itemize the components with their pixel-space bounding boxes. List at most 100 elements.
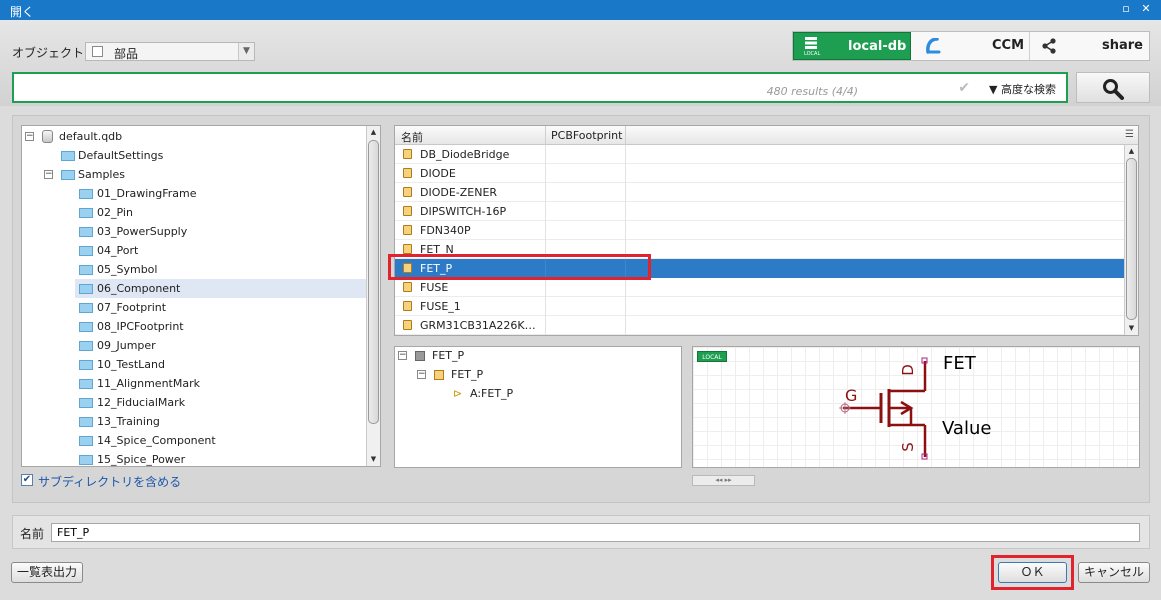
folder-icon bbox=[79, 303, 93, 313]
tree-item-ipcfootprint[interactable]: 08_IPCFootprint bbox=[22, 317, 367, 336]
cancel-button[interactable]: キャンセル bbox=[1078, 562, 1150, 583]
name-field[interactable] bbox=[51, 523, 1140, 542]
tree-scrollbar[interactable]: ▲ ▼ bbox=[366, 126, 380, 466]
drain-pin-label: D bbox=[898, 364, 917, 376]
list-row[interactable]: DIPSWITCH-16P bbox=[395, 202, 1124, 221]
export-list-button[interactable]: 一覧表出力 bbox=[11, 562, 83, 583]
tree-item-samples[interactable]: − Samples bbox=[22, 165, 367, 184]
tree-item-pin[interactable]: 02_Pin bbox=[22, 203, 367, 222]
scroll-down-icon[interactable]: ▼ bbox=[367, 453, 380, 466]
search-field[interactable]: 480 results (4/4) ✔ ▼ 高度な検索 bbox=[12, 72, 1068, 103]
name-input[interactable] bbox=[52, 524, 1139, 541]
tree-item-jumper[interactable]: 09_Jumper bbox=[22, 336, 367, 355]
list-row[interactable]: DIODE-ZENER bbox=[395, 183, 1124, 202]
tree-item-powersupply[interactable]: 03_PowerSupply bbox=[22, 222, 367, 241]
folder-tree[interactable]: − default.qdb DefaultSettings − Samples … bbox=[21, 125, 381, 467]
window-title: 開く bbox=[10, 5, 35, 19]
folder-icon bbox=[79, 398, 93, 408]
object-type-select[interactable]: 部品 ▼ bbox=[85, 42, 255, 61]
ptree-item-label: FET_P bbox=[432, 349, 465, 362]
list-scrollbar[interactable]: ▲ ▼ bbox=[1124, 145, 1138, 335]
column-chooser-icon[interactable]: ☰ bbox=[1125, 129, 1134, 140]
tree-item-label: 03_PowerSupply bbox=[97, 225, 188, 238]
db-local-button[interactable]: LOCAL local-db bbox=[793, 32, 911, 60]
tree-item-training[interactable]: 13_Training bbox=[22, 412, 367, 431]
collapse-icon[interactable]: − bbox=[44, 170, 53, 179]
list-row[interactable]: FUSE bbox=[395, 278, 1124, 297]
column-divider[interactable] bbox=[545, 126, 546, 145]
scroll-up-icon[interactable]: ▲ bbox=[367, 126, 380, 139]
collapse-icon[interactable]: − bbox=[398, 351, 407, 360]
tree-item-label: 06_Component bbox=[97, 282, 181, 295]
list-row[interactable]: DIODE bbox=[395, 164, 1124, 183]
column-name-header[interactable]: 名前 bbox=[401, 129, 423, 145]
local-badge-text: LOCAL bbox=[804, 51, 821, 57]
folder-icon bbox=[79, 379, 93, 389]
component-icon bbox=[403, 187, 412, 197]
scroll-down-icon[interactable]: ▼ bbox=[1125, 322, 1138, 335]
tree-item-drawingframe[interactable]: 01_DrawingFrame bbox=[22, 184, 367, 203]
scroll-thumb[interactable] bbox=[1126, 158, 1137, 320]
checkbox-checked-icon[interactable]: ✔ bbox=[21, 474, 33, 486]
tree-item-footprint[interactable]: 07_Footprint bbox=[22, 298, 367, 317]
tree-item-symbol[interactable]: 05_Symbol bbox=[22, 260, 367, 279]
tree-item-alignmentmark[interactable]: 11_AlignmentMark bbox=[22, 374, 367, 393]
list-row[interactable]: DB_DiodeBridge bbox=[395, 145, 1124, 164]
collapse-icon[interactable]: − bbox=[417, 370, 426, 379]
check-icon[interactable]: ✔ bbox=[958, 80, 970, 96]
component-icon bbox=[403, 301, 412, 311]
tree-item-fiducialmark[interactable]: 12_FiducialMark bbox=[22, 393, 367, 412]
maximize-icon[interactable]: ▫ bbox=[1119, 2, 1133, 16]
symbol-pin-icon: ⊳ bbox=[453, 387, 463, 400]
db-ccm-button[interactable]: CCM bbox=[912, 32, 1030, 60]
tree-item-spice-power[interactable]: 15_Spice_Power bbox=[22, 450, 367, 466]
collapse-icon[interactable]: − bbox=[25, 132, 34, 141]
ptree-item-part[interactable]: − FET_P bbox=[395, 347, 681, 365]
component-icon bbox=[403, 168, 412, 178]
ccm-cloud-icon bbox=[926, 38, 941, 54]
title-bar: 開く ▫ ✕ bbox=[0, 0, 1161, 20]
column-pcbfootprint-header[interactable]: PCBFootprint bbox=[551, 129, 622, 142]
column-divider[interactable] bbox=[625, 126, 626, 145]
tree-item-component[interactable]: 06_Component bbox=[75, 279, 367, 298]
tree-item-testland[interactable]: 10_TestLand bbox=[22, 355, 367, 374]
list-row[interactable]: FDN340P bbox=[395, 221, 1124, 240]
scroll-up-icon[interactable]: ▲ bbox=[1125, 145, 1138, 158]
dropdown-arrow-icon[interactable]: ▼ bbox=[238, 43, 254, 60]
part-structure-tree[interactable]: − FET_P − FET_P ⊳ A:FET_P bbox=[394, 346, 682, 468]
search-button[interactable] bbox=[1076, 72, 1150, 103]
tree-item-defaultsettings[interactable]: DefaultSettings bbox=[22, 146, 367, 165]
scroll-thumb[interactable] bbox=[368, 140, 379, 424]
db-share-button[interactable]: share bbox=[1031, 32, 1149, 60]
tree-item-spice-component[interactable]: 14_Spice_Component bbox=[22, 431, 367, 450]
ptree-item-component[interactable]: − FET_P bbox=[395, 366, 681, 384]
component-icon bbox=[403, 225, 412, 235]
value-label: Value bbox=[942, 418, 992, 439]
list-row[interactable]: FUSE_1 bbox=[395, 297, 1124, 316]
tree-item-port[interactable]: 04_Port bbox=[22, 241, 367, 260]
symbol-preview[interactable]: LOCAL G D S FET Value bbox=[692, 346, 1140, 468]
ptree-item-symbol[interactable]: ⊳ A:FET_P bbox=[395, 385, 681, 403]
folder-icon bbox=[79, 322, 93, 332]
preview-scrollbar[interactable]: ◂◂ ▸▸ bbox=[692, 475, 755, 486]
list-row[interactable]: GRM31CB31A226K… bbox=[395, 316, 1124, 335]
tree-item-label: DefaultSettings bbox=[78, 149, 164, 162]
ptree-item-label: FET_P bbox=[451, 368, 484, 381]
advanced-search-toggle[interactable]: ▼ 高度な検索 bbox=[989, 81, 1056, 97]
search-icon bbox=[1103, 79, 1124, 100]
folder-icon bbox=[79, 246, 93, 256]
gate-pin-label: G bbox=[845, 386, 858, 405]
ptree-item-label: A:FET_P bbox=[470, 387, 514, 400]
folder-icon bbox=[61, 170, 75, 180]
folder-icon bbox=[79, 265, 93, 275]
name-label: 名前 bbox=[20, 527, 45, 541]
folder-icon bbox=[79, 436, 93, 446]
component-list[interactable]: 名前 PCBFootprint ☰ DB_DiodeBridge DIODE D… bbox=[394, 125, 1139, 336]
folder-icon bbox=[79, 417, 93, 427]
folder-icon bbox=[79, 227, 93, 237]
tree-root[interactable]: − default.qdb bbox=[22, 127, 367, 146]
highlight-ok-button bbox=[991, 555, 1074, 590]
folder-icon bbox=[79, 360, 93, 370]
close-icon[interactable]: ✕ bbox=[1139, 2, 1153, 16]
component-icon bbox=[403, 320, 412, 330]
